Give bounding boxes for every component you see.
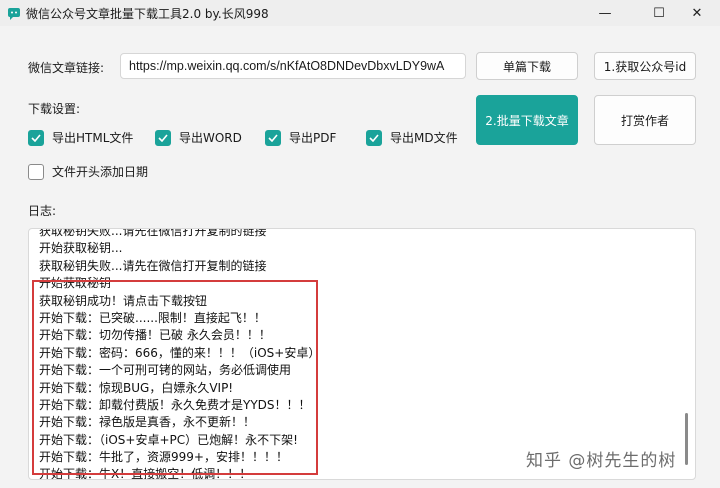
check-icon <box>155 129 171 146</box>
title-bar: 微信公众号文章批量下载工具2.0 by.长风998 — ☐ ✕ <box>0 0 720 26</box>
get-account-id-button[interactable]: 1.获取公众号id <box>594 52 696 80</box>
export-pdf-checkbox[interactable]: 导出PDF <box>265 129 336 146</box>
log-label: 日志: <box>28 204 57 218</box>
close-button[interactable]: ✕ <box>674 0 720 26</box>
check-icon <box>366 129 382 146</box>
url-label: 微信文章链接: <box>28 61 105 75</box>
check-icon <box>28 129 44 146</box>
app-logo-icon <box>6 6 22 20</box>
log-line: 获取秘钥失败...请先在微信打开复制的链接 <box>39 228 267 238</box>
tip-author-button[interactable]: 打赏作者 <box>594 95 696 145</box>
settings-label: 下载设置: <box>28 102 81 116</box>
export-pdf-label: 导出PDF <box>289 131 337 145</box>
check-icon <box>265 129 281 146</box>
log-line: 获取秘钥失败...请先在微信打开复制的链接 <box>39 258 267 273</box>
export-word-label: 导出WORD <box>179 131 242 145</box>
add-date-checkbox[interactable]: 文件开头添加日期 <box>28 163 148 180</box>
checkbox-empty-icon <box>28 163 44 180</box>
batch-download-button[interactable]: 2.批量下载文章 <box>476 95 578 145</box>
log-textarea[interactable]: 获取秘钥失败...请先在微信打开复制的链接 开始获取秘钥... 获取秘钥失败..… <box>28 228 696 480</box>
export-md-label: 导出MD文件 <box>390 131 458 145</box>
export-md-checkbox[interactable]: 导出MD文件 <box>366 129 458 146</box>
watermark: 知乎 @树先生的树 <box>526 451 677 471</box>
log-scrollbar[interactable] <box>685 413 688 465</box>
add-date-label: 文件开头添加日期 <box>52 165 149 179</box>
window-title: 微信公众号文章批量下载工具2.0 by.长风998 <box>26 7 269 21</box>
highlight-annotation-box <box>32 280 318 475</box>
export-word-checkbox[interactable]: 导出WORD <box>155 129 242 146</box>
export-html-checkbox[interactable]: 导出HTML文件 <box>28 129 133 146</box>
minimize-button[interactable]: — <box>582 0 628 26</box>
article-url-input[interactable] <box>120 53 466 79</box>
export-html-label: 导出HTML文件 <box>52 131 134 145</box>
single-download-button[interactable]: 单篇下载 <box>476 52 578 80</box>
log-line: 开始获取秘钥... <box>39 241 123 256</box>
